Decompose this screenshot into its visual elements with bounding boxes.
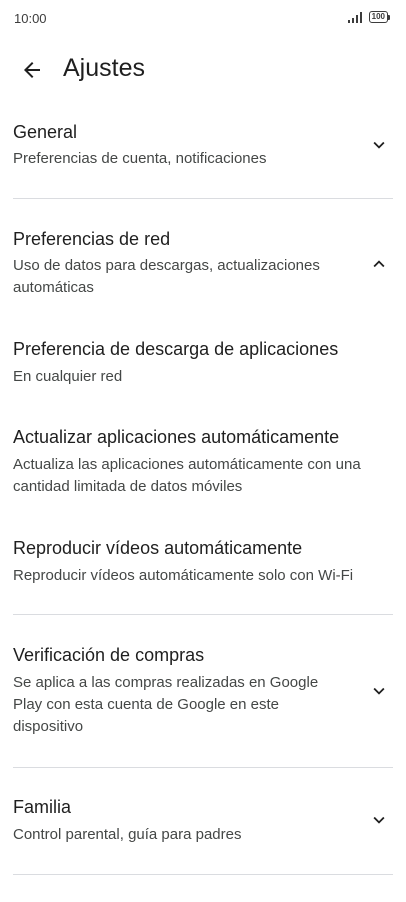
setting-download-preference[interactable]: Preferencia de descarga de aplicaciones … (0, 330, 406, 396)
section-family-title: Familia (13, 797, 72, 817)
section-purchase-subtitle-line3: dispositivo (13, 718, 84, 735)
section-family[interactable]: Familia Control parental, guía para padr… (0, 788, 406, 864)
section-network[interactable]: Preferencias de red Uso de datos para de… (0, 220, 406, 310)
section-purchase-verification[interactable]: Verificación de compras Se aplica a las … (0, 636, 406, 748)
setting-auto-update-subtitle-line1: Actualiza las aplicaciones automáticamen… (13, 456, 361, 473)
section-purchase-subtitle-line1: Se aplica a las compras realizadas en Go… (13, 674, 319, 691)
status-bar: 10:00 100 (0, 0, 406, 38)
back-button[interactable] (14, 52, 50, 88)
page-title: Ajustes (63, 54, 145, 82)
chevron-down-icon (373, 816, 385, 824)
setting-auto-update-subtitle-line2: cantidad limitada de datos móviles (13, 478, 243, 495)
chevron-up-icon (373, 260, 385, 268)
section-network-subtitle-line2: automáticas (13, 279, 94, 296)
battery-icon: 100 (368, 11, 390, 23)
section-purchase-subtitle-line2: Play con esta cuenta de Google en este (13, 696, 280, 713)
setting-autoplay-title: Reproducir vídeos automáticamente (13, 538, 303, 558)
battery-tip (388, 14, 390, 20)
divider (13, 767, 393, 768)
signal-icon (347, 12, 362, 23)
app-bar: Ajustes (0, 44, 406, 94)
divider (13, 614, 393, 615)
setting-autoplay-video[interactable]: Reproducir vídeos automáticamente Reprod… (0, 529, 406, 595)
setting-download-subtitle: En cualquier red (13, 368, 123, 385)
setting-auto-update-title: Actualizar aplicaciones automáticamente (13, 427, 340, 447)
section-family-subtitle: Control parental, guía para padres (13, 826, 242, 843)
divider (13, 874, 393, 875)
section-general-title: General (13, 122, 78, 142)
arrow-back-icon (24, 62, 40, 78)
setting-autoplay-subtitle: Reproducir vídeos automáticamente solo c… (13, 567, 354, 584)
section-general[interactable]: General Preferencias de cuenta, notifica… (0, 112, 406, 192)
chevron-down-icon (373, 141, 385, 149)
status-time: 10:00 (14, 11, 47, 26)
status-icons: 100 (347, 11, 390, 23)
setting-auto-update[interactable]: Actualizar aplicaciones automáticamente … (0, 418, 406, 502)
section-purchase-title: Verificación de compras (13, 645, 205, 665)
section-general-subtitle: Preferencias de cuenta, notificaciones (13, 150, 267, 167)
battery-level: 100 (368, 11, 388, 23)
section-network-title: Preferencias de red (13, 229, 171, 249)
section-network-subtitle-line1: Uso de datos para descargas, actualizaci… (13, 257, 320, 274)
chevron-down-icon (373, 687, 385, 695)
divider (13, 198, 393, 199)
setting-download-title: Preferencia de descarga de aplicaciones (13, 339, 339, 359)
